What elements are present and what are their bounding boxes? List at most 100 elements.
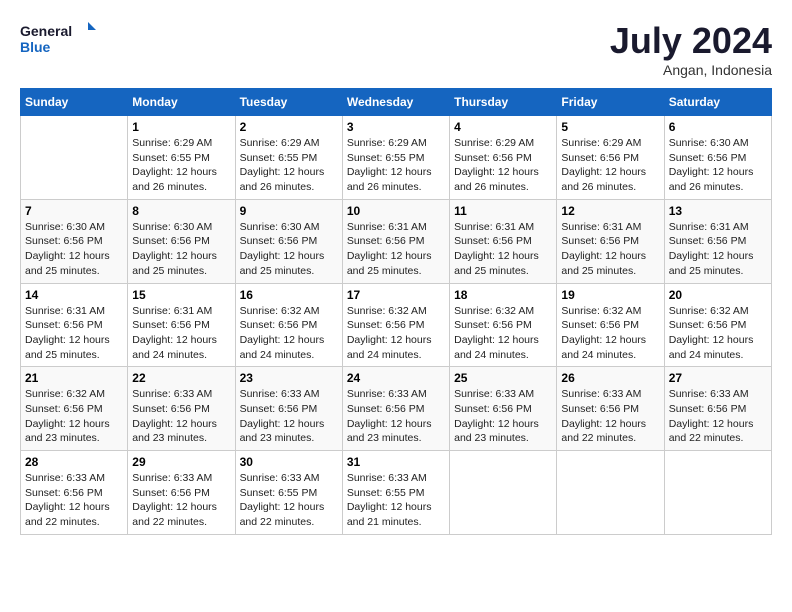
calendar-body: 1 Sunrise: 6:29 AM Sunset: 6:55 PM Daylig… xyxy=(21,116,772,535)
day-info: Sunrise: 6:31 AM Sunset: 6:56 PM Dayligh… xyxy=(347,220,445,279)
calendar-cell: 24 Sunrise: 6:33 AM Sunset: 6:56 PM Dayli… xyxy=(342,367,449,451)
day-number: 26 xyxy=(561,371,659,385)
day-info: Sunrise: 6:31 AM Sunset: 6:56 PM Dayligh… xyxy=(25,304,123,363)
day-number: 24 xyxy=(347,371,445,385)
day-number: 11 xyxy=(454,204,552,218)
day-info: Sunrise: 6:32 AM Sunset: 6:56 PM Dayligh… xyxy=(454,304,552,363)
calendar-cell: 31 Sunrise: 6:33 AM Sunset: 6:55 PM Dayli… xyxy=(342,451,449,535)
day-info: Sunrise: 6:31 AM Sunset: 6:56 PM Dayligh… xyxy=(561,220,659,279)
day-header-sunday: Sunday xyxy=(21,89,128,116)
calendar-cell: 19 Sunrise: 6:32 AM Sunset: 6:56 PM Dayli… xyxy=(557,283,664,367)
day-info: Sunrise: 6:33 AM Sunset: 6:56 PM Dayligh… xyxy=(240,387,338,446)
day-info: Sunrise: 6:29 AM Sunset: 6:55 PM Dayligh… xyxy=(132,136,230,195)
day-number: 10 xyxy=(347,204,445,218)
day-info: Sunrise: 6:33 AM Sunset: 6:56 PM Dayligh… xyxy=(132,387,230,446)
day-info: Sunrise: 6:32 AM Sunset: 6:56 PM Dayligh… xyxy=(347,304,445,363)
day-header-tuesday: Tuesday xyxy=(235,89,342,116)
day-number: 21 xyxy=(25,371,123,385)
day-info: Sunrise: 6:30 AM Sunset: 6:56 PM Dayligh… xyxy=(669,136,767,195)
calendar-week-row: 7 Sunrise: 6:30 AM Sunset: 6:56 PM Daylig… xyxy=(21,199,772,283)
calendar-cell: 20Sunrise: 6:32 AM Sunset: 6:56 PM Dayli… xyxy=(664,283,771,367)
calendar-table: SundayMondayTuesdayWednesdayThursdayFrid… xyxy=(20,88,772,535)
day-info: Sunrise: 6:30 AM Sunset: 6:56 PM Dayligh… xyxy=(132,220,230,279)
day-number: 5 xyxy=(561,120,659,134)
day-number: 22 xyxy=(132,371,230,385)
day-number: 1 xyxy=(132,120,230,134)
calendar-week-row: 28 Sunrise: 6:33 AM Sunset: 6:56 PM Dayli… xyxy=(21,451,772,535)
day-number: 12 xyxy=(561,204,659,218)
calendar-cell: 23 Sunrise: 6:33 AM Sunset: 6:56 PM Dayli… xyxy=(235,367,342,451)
day-info: Sunrise: 6:33 AM Sunset: 6:56 PM Dayligh… xyxy=(669,387,767,446)
day-number: 23 xyxy=(240,371,338,385)
day-number: 17 xyxy=(347,288,445,302)
title-block: July 2024 Angan, Indonesia xyxy=(610,20,772,78)
day-info: Sunrise: 6:32 AM Sunset: 6:56 PM Dayligh… xyxy=(240,304,338,363)
day-info: Sunrise: 6:30 AM Sunset: 6:56 PM Dayligh… xyxy=(25,220,123,279)
calendar-cell: 18 Sunrise: 6:32 AM Sunset: 6:56 PM Dayli… xyxy=(450,283,557,367)
calendar-cell: 29 Sunrise: 6:33 AM Sunset: 6:56 PM Dayli… xyxy=(128,451,235,535)
svg-text:Blue: Blue xyxy=(20,39,51,55)
day-number: 14 xyxy=(25,288,123,302)
day-number: 29 xyxy=(132,455,230,469)
calendar-week-row: 21 Sunrise: 6:32 AM Sunset: 6:56 PM Dayli… xyxy=(21,367,772,451)
calendar-week-row: 1 Sunrise: 6:29 AM Sunset: 6:55 PM Daylig… xyxy=(21,116,772,200)
page-header: General Blue July 2024 Angan, Indonesia xyxy=(20,20,772,78)
calendar-cell xyxy=(21,116,128,200)
calendar-cell: 12 Sunrise: 6:31 AM Sunset: 6:56 PM Dayli… xyxy=(557,199,664,283)
day-info: Sunrise: 6:29 AM Sunset: 6:56 PM Dayligh… xyxy=(454,136,552,195)
day-number: 18 xyxy=(454,288,552,302)
day-number: 13 xyxy=(669,204,767,218)
calendar-cell: 25Sunrise: 6:33 AM Sunset: 6:56 PM Dayli… xyxy=(450,367,557,451)
day-header-monday: Monday xyxy=(128,89,235,116)
calendar-header-row: SundayMondayTuesdayWednesdayThursdayFrid… xyxy=(21,89,772,116)
day-info: Sunrise: 6:32 AM Sunset: 6:56 PM Dayligh… xyxy=(25,387,123,446)
calendar-cell: 6 Sunrise: 6:30 AM Sunset: 6:56 PM Daylig… xyxy=(664,116,771,200)
calendar-cell: 11 Sunrise: 6:31 AM Sunset: 6:56 PM Dayli… xyxy=(450,199,557,283)
calendar-cell: 21 Sunrise: 6:32 AM Sunset: 6:56 PM Dayli… xyxy=(21,367,128,451)
calendar-cell: 14 Sunrise: 6:31 AM Sunset: 6:56 PM Dayli… xyxy=(21,283,128,367)
day-number: 19 xyxy=(561,288,659,302)
day-number: 9 xyxy=(240,204,338,218)
day-number: 7 xyxy=(25,204,123,218)
day-info: Sunrise: 6:31 AM Sunset: 6:56 PM Dayligh… xyxy=(454,220,552,279)
day-info: Sunrise: 6:33 AM Sunset: 6:55 PM Dayligh… xyxy=(347,471,445,530)
month-title: July 2024 xyxy=(610,20,772,62)
calendar-cell: 13Sunrise: 6:31 AM Sunset: 6:56 PM Dayli… xyxy=(664,199,771,283)
day-number: 28 xyxy=(25,455,123,469)
logo-icon: General Blue xyxy=(20,20,100,58)
calendar-cell: 1 Sunrise: 6:29 AM Sunset: 6:55 PM Daylig… xyxy=(128,116,235,200)
day-info: Sunrise: 6:33 AM Sunset: 6:55 PM Dayligh… xyxy=(240,471,338,530)
day-number: 4 xyxy=(454,120,552,134)
calendar-cell xyxy=(557,451,664,535)
day-number: 2 xyxy=(240,120,338,134)
calendar-cell: 30 Sunrise: 6:33 AM Sunset: 6:55 PM Dayli… xyxy=(235,451,342,535)
calendar-cell: 22 Sunrise: 6:33 AM Sunset: 6:56 PM Dayli… xyxy=(128,367,235,451)
calendar-cell: 9 Sunrise: 6:30 AM Sunset: 6:56 PM Daylig… xyxy=(235,199,342,283)
day-info: Sunrise: 6:30 AM Sunset: 6:56 PM Dayligh… xyxy=(240,220,338,279)
day-number: 8 xyxy=(132,204,230,218)
calendar-cell: 3Sunrise: 6:29 AM Sunset: 6:55 PM Daylig… xyxy=(342,116,449,200)
calendar-cell: 26 Sunrise: 6:33 AM Sunset: 6:56 PM Dayli… xyxy=(557,367,664,451)
calendar-cell: 28 Sunrise: 6:33 AM Sunset: 6:56 PM Dayli… xyxy=(21,451,128,535)
calendar-cell: 8 Sunrise: 6:30 AM Sunset: 6:56 PM Daylig… xyxy=(128,199,235,283)
calendar-cell: 27 Sunrise: 6:33 AM Sunset: 6:56 PM Dayli… xyxy=(664,367,771,451)
calendar-cell: 4 Sunrise: 6:29 AM Sunset: 6:56 PM Daylig… xyxy=(450,116,557,200)
day-header-saturday: Saturday xyxy=(664,89,771,116)
calendar-cell: 16Sunrise: 6:32 AM Sunset: 6:56 PM Dayli… xyxy=(235,283,342,367)
day-number: 6 xyxy=(669,120,767,134)
day-info: Sunrise: 6:33 AM Sunset: 6:56 PM Dayligh… xyxy=(561,387,659,446)
day-info: Sunrise: 6:32 AM Sunset: 6:56 PM Dayligh… xyxy=(561,304,659,363)
day-number: 30 xyxy=(240,455,338,469)
day-number: 27 xyxy=(669,371,767,385)
day-info: Sunrise: 6:33 AM Sunset: 6:56 PM Dayligh… xyxy=(25,471,123,530)
calendar-cell xyxy=(450,451,557,535)
day-info: Sunrise: 6:33 AM Sunset: 6:56 PM Dayligh… xyxy=(132,471,230,530)
calendar-cell: 7 Sunrise: 6:30 AM Sunset: 6:56 PM Daylig… xyxy=(21,199,128,283)
day-info: Sunrise: 6:31 AM Sunset: 6:56 PM Dayligh… xyxy=(132,304,230,363)
day-header-friday: Friday xyxy=(557,89,664,116)
day-info: Sunrise: 6:33 AM Sunset: 6:56 PM Dayligh… xyxy=(347,387,445,446)
day-number: 15 xyxy=(132,288,230,302)
calendar-cell xyxy=(664,451,771,535)
day-number: 31 xyxy=(347,455,445,469)
calendar-cell: 2Sunrise: 6:29 AM Sunset: 6:55 PM Daylig… xyxy=(235,116,342,200)
